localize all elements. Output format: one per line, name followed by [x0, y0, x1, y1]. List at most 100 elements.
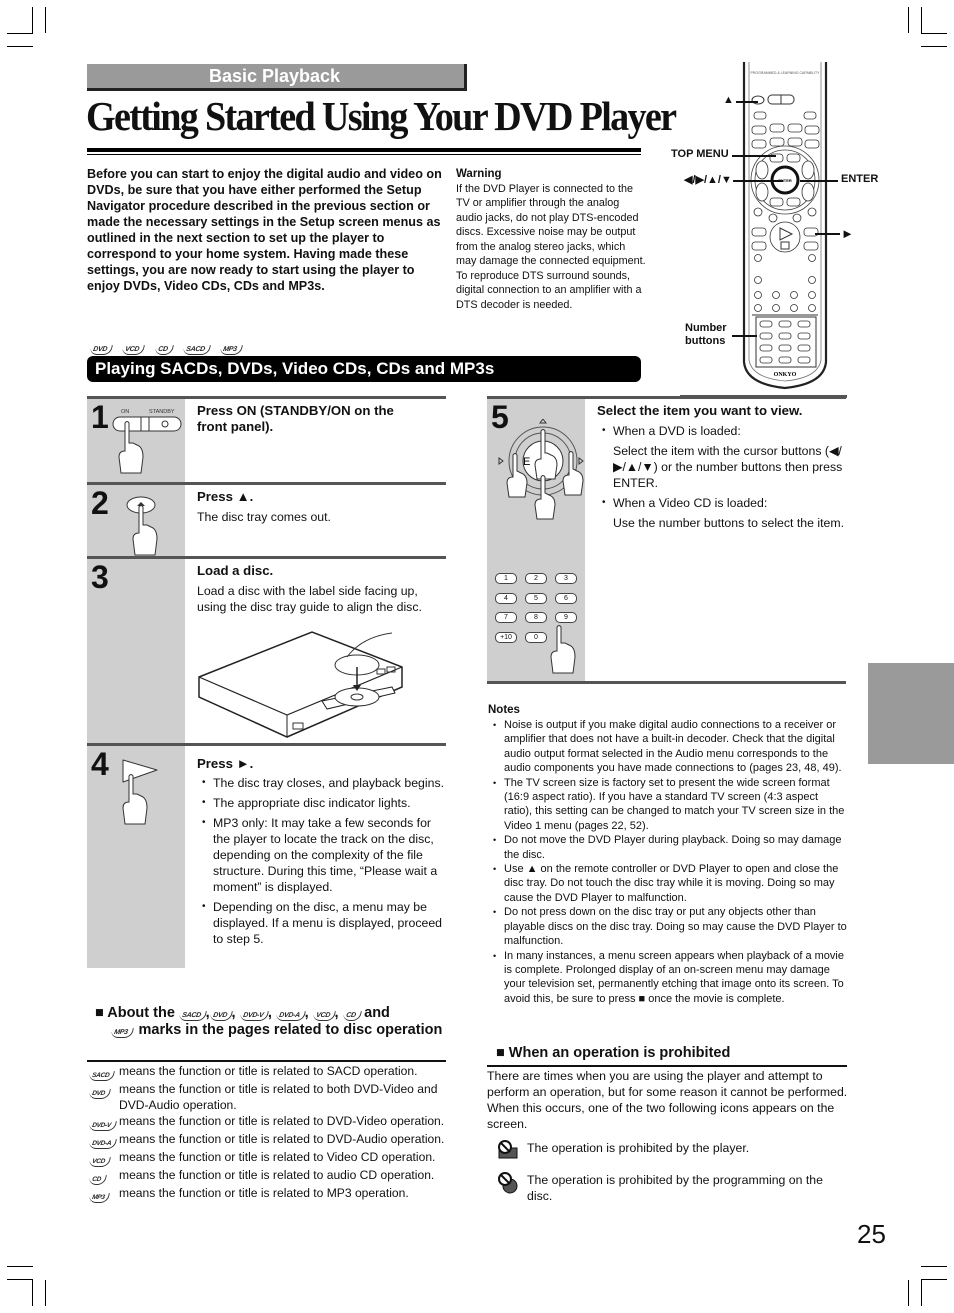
- step-gutter: 1 ON STANDBY: [87, 399, 185, 482]
- dvd-a-mark-icon: DVD-A: [275, 1011, 306, 1021]
- step-bullet: When a DVD is loaded:: [597, 423, 846, 439]
- crop-mark: [7, 46, 33, 47]
- vcd-mark-icon: VCD: [311, 1011, 336, 1021]
- number-key-6: 6: [555, 593, 577, 604]
- about-suffix: marks in the pages related to disc opera…: [138, 1022, 443, 1038]
- enter-key-label: E: [523, 456, 530, 468]
- mark-definition-row: MP3 means the function or title is relate…: [88, 1185, 449, 1203]
- step-heading: Press ►.: [197, 756, 254, 771]
- number-buttons-label: Number buttons: [685, 322, 727, 348]
- step-bullet: MP3 only: It may take a few seconds for …: [197, 815, 446, 895]
- crop-mark: [45, 7, 46, 33]
- dvd-mark-icon: DVD: [208, 1011, 233, 1021]
- crop-mark: [32, 1279, 33, 1306]
- note-item: Do not move the DVD Player during playba…: [488, 833, 848, 862]
- mark-definition-text: means the function or title is related t…: [119, 1082, 438, 1112]
- step-body: Press ▲. The disc tray comes out.: [185, 485, 446, 556]
- cd-mark-icon: CD: [153, 345, 174, 355]
- about-rule: [87, 1060, 446, 1062]
- title-rule: [87, 148, 641, 152]
- vcd-mark-icon: VCD: [121, 345, 146, 355]
- number-key-3: 3: [555, 573, 577, 584]
- step-bullet: The disc tray closes, and playback begin…: [197, 775, 446, 791]
- note-item: Noise is output if you make digital audi…: [488, 718, 848, 776]
- number-buttons-label-line2: buttons: [685, 335, 726, 347]
- crop-mark: [908, 1280, 909, 1306]
- step-text: The disc tray comes out.: [197, 510, 331, 524]
- warning-text-dts: To reproduce DTS surround sounds, digita…: [456, 269, 642, 311]
- section-heading: Playing SACDs, DVDs, Video CDs, CDs and …: [87, 356, 641, 382]
- section-tab-label: Basic Playback: [208, 66, 341, 86]
- dvd-a-mark-icon: DVD-A: [88, 1139, 117, 1149]
- prohibited-row-text: The operation is prohibited by the progr…: [527, 1173, 823, 1203]
- number-key-plus10: +10: [495, 632, 517, 643]
- crop-mark: [921, 7, 922, 34]
- step-body: Load a disc. Load a disc with the label …: [185, 559, 446, 743]
- prohibited-text: There are times when you are using the p…: [487, 1069, 848, 1131]
- notes-title: Notes: [488, 704, 520, 716]
- warning-title: Warning: [456, 168, 502, 180]
- step-bullet: Depending on the disc, a menu may be dis…: [197, 899, 446, 947]
- crop-mark: [921, 1279, 947, 1280]
- mark-definition-text: means the function or title is related t…: [119, 1114, 445, 1128]
- number-key-9: 9: [555, 612, 577, 623]
- prohibited-row: The operation is prohibited by the playe…: [487, 1140, 849, 1164]
- step-bullet: The appropriate disc indicator lights.: [197, 795, 446, 811]
- prohibited-rule: [487, 1065, 847, 1067]
- step-body: Press ►. The disc tray closes, and playb…: [185, 746, 446, 968]
- cd-mark-icon: CD: [88, 1175, 107, 1185]
- crop-mark: [921, 46, 947, 47]
- step-bullets: The disc tray closes, and playback begin…: [197, 775, 446, 947]
- step-heading: Press ON (STANDBY/ON on the front panel)…: [197, 403, 394, 434]
- sacd-mark-icon: SACD: [181, 345, 211, 355]
- step-bullet: When a Video CD is loaded:: [597, 495, 846, 511]
- leader-line: [732, 335, 757, 337]
- number-key-8: 8: [525, 612, 547, 623]
- prohibited-section: There are times when you are using the p…: [487, 1068, 849, 1204]
- number-key-2: 2: [525, 573, 547, 584]
- about-marks-list: SACD means the function or title is relat…: [88, 1063, 449, 1203]
- crop-mark: [921, 33, 947, 34]
- crop-mark: [7, 1266, 33, 1267]
- step-heading: Load a disc.: [197, 563, 274, 578]
- crop-mark: [32, 7, 33, 34]
- mark-definition-text: means the function or title is related t…: [119, 1168, 435, 1182]
- note-item: Do not press down on the disc tray or pu…: [488, 905, 848, 948]
- cursor-pad-press-icon: E: [498, 419, 584, 520]
- mp3-mark-icon: MP3: [88, 1193, 111, 1203]
- section-tab: Basic Playback: [87, 64, 467, 91]
- note-item: The TV screen size is factory set to pre…: [488, 776, 848, 834]
- leader-line: [733, 180, 783, 182]
- step-gutter: 2: [87, 485, 185, 556]
- disc-marks-row: DVD VCD CD SACD MP3: [89, 338, 247, 356]
- play-label: ►: [841, 226, 854, 241]
- intro-paragraph: Before you can start to enjoy the digita…: [87, 167, 442, 293]
- number-buttons-label-line1: Number: [685, 322, 727, 334]
- note-item: In many instances, a menu screen appears…: [488, 949, 848, 1007]
- steps-column: 1 ON STANDBY Press ON (STANDBY/ON on the…: [87, 396, 446, 968]
- leader-line: [732, 155, 776, 157]
- mp3-mark-icon: MP3: [110, 1028, 134, 1038]
- mark-definition-row: DVD-V means the function or title is rela…: [88, 1113, 449, 1131]
- mark-definition-row: DVD-A means the function or title is rela…: [88, 1131, 449, 1149]
- prohibited-by-disc-icon: [498, 1172, 518, 1194]
- step-subtext: Use the number buttons to select the ite…: [613, 516, 845, 530]
- mark-definition-row: DVD means the function or title is relate…: [88, 1081, 449, 1113]
- mark-definition-text: means the function or title is related t…: [119, 1132, 445, 1146]
- step-gutter: 5 E 1 2 3 4 5 6 7 8 9 +10 0: [487, 399, 585, 681]
- step-body: Press ON (STANDBY/ON on the front panel)…: [185, 399, 446, 482]
- step-heading: Press ▲.: [197, 489, 254, 504]
- warning-box: Warning If the DVD Player is connected t…: [456, 167, 648, 312]
- sacd-mark-icon: SACD: [88, 1071, 116, 1081]
- top-menu-label: TOP MENU: [671, 148, 729, 160]
- vcd-mark-icon: VCD: [88, 1157, 111, 1167]
- step-3: 3 Load a disc. Load a disc with the labe…: [87, 556, 446, 743]
- crop-mark: [908, 7, 909, 33]
- prohibited-by-player-icon: [498, 1140, 518, 1159]
- step-bullets: When a DVD is loaded:: [597, 423, 846, 439]
- step-2: 2 Press ▲. The disc tray comes out.: [87, 482, 446, 556]
- warning-text: If the DVD Player is connected to the TV…: [456, 182, 646, 268]
- mark-definition-row: SACD means the function or title is relat…: [88, 1063, 449, 1081]
- note-item: Use ▲ on the remote controller or DVD Pl…: [488, 862, 848, 905]
- title-rule-thin: [87, 154, 641, 155]
